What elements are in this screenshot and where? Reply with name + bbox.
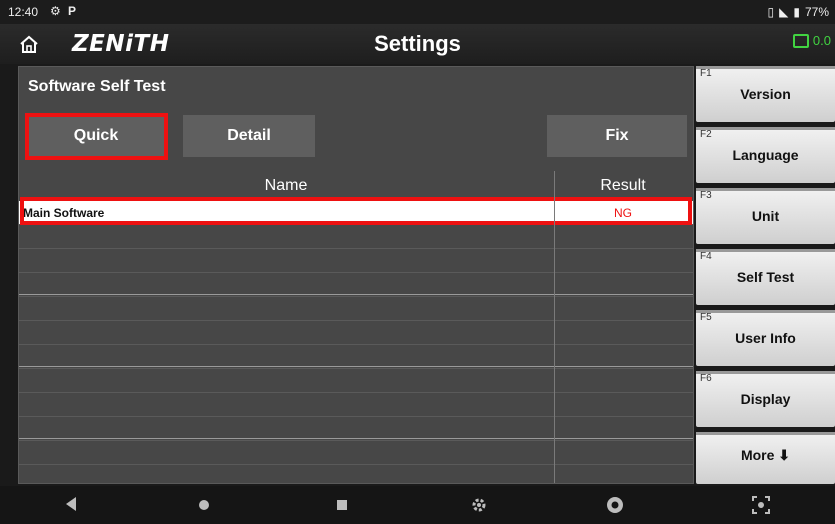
f4-self-test-button[interactable]: F4 Self Test <box>696 249 835 305</box>
quick-highlight <box>25 113 168 160</box>
column-divider <box>554 171 555 483</box>
f6-display-button[interactable]: F6 Display <box>696 371 835 427</box>
page-title: Settings <box>374 31 461 56</box>
vehicle-battery-value: 0.0 <box>812 33 831 48</box>
fkey-label: Display <box>740 391 791 407</box>
fkey-number: F6 <box>700 373 712 384</box>
battery-percent: 77% <box>804 5 829 19</box>
settings-gear-icon: ⚙ <box>50 4 61 18</box>
vehicle-battery-indicator: 0.0 <box>792 33 831 48</box>
row-highlight <box>20 197 692 225</box>
fkey-number: F3 <box>700 190 712 201</box>
wifi-icon: ◣ <box>779 5 789 19</box>
fkey-label: Unit <box>751 208 780 224</box>
column-header-result: Result <box>600 177 646 194</box>
fkey-label: More ⬇ <box>740 447 791 463</box>
f1-version-button[interactable]: F1 Version <box>696 66 835 122</box>
table-row[interactable] <box>19 321 693 345</box>
self-test-panel: Software Self Test Quick Detail Fix Name… <box>18 66 694 484</box>
table-row[interactable] <box>19 297 693 321</box>
vehicle-battery-icon <box>792 33 809 48</box>
row-separator <box>19 366 693 367</box>
more-button[interactable]: More ⬇ <box>696 432 835 484</box>
table-row[interactable] <box>19 393 693 417</box>
settings-icon[interactable] <box>470 496 488 514</box>
status-bar: 12:40 ⚙ P ▯ ◣ ▮ 77% <box>0 0 835 24</box>
home-dot-icon[interactable] <box>198 499 210 511</box>
table-row[interactable] <box>19 249 693 273</box>
f3-unit-button[interactable]: F3 Unit <box>696 188 835 244</box>
row-separator <box>19 438 693 439</box>
fix-button[interactable]: Fix <box>547 115 687 157</box>
title-bar: ZENiTH Settings 0.0 <box>0 24 835 64</box>
fkey-label: Version <box>740 86 791 102</box>
fkey-label: Self Test <box>736 269 795 285</box>
back-icon[interactable] <box>64 496 78 512</box>
fkey-number: F4 <box>700 251 712 262</box>
detail-button[interactable]: Detail <box>183 115 315 157</box>
p-icon: P <box>68 4 77 18</box>
column-header-name: Name <box>264 177 308 194</box>
fkey-number: F1 <box>700 68 712 79</box>
fkey-label: Language <box>732 147 799 163</box>
fkey-label: User Info <box>735 330 796 346</box>
table-row[interactable] <box>19 369 693 393</box>
recents-icon[interactable] <box>336 499 348 511</box>
row-separator <box>19 294 693 295</box>
vibrate-icon: ▯ <box>767 5 775 19</box>
f5-user-info-button[interactable]: F5 User Info <box>696 310 835 366</box>
status-time: 12:40 <box>8 5 39 19</box>
fkey-number: F2 <box>700 129 712 140</box>
chrome-icon[interactable] <box>606 496 624 514</box>
android-nav-bar <box>0 486 835 524</box>
table-row[interactable] <box>19 441 693 465</box>
panel-title: Software Self Test <box>28 78 166 95</box>
fkey-number: F5 <box>700 312 712 323</box>
screenshot-icon[interactable] <box>752 496 770 514</box>
f2-language-button[interactable]: F2 Language <box>696 127 835 183</box>
battery-icon: ▮ <box>793 5 800 19</box>
table-row[interactable] <box>19 225 693 249</box>
